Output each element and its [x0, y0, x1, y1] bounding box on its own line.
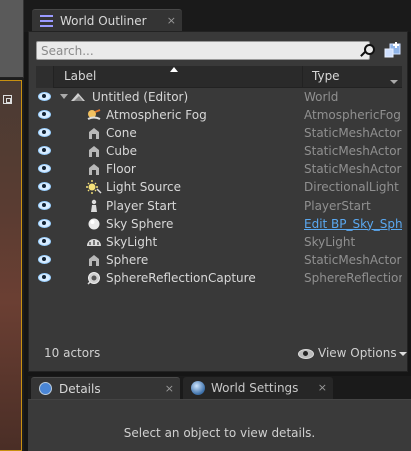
level-viewport-edge[interactable] — [0, 0, 24, 451]
world-settings-icon — [191, 381, 205, 395]
add-actor-icon[interactable] — [384, 42, 402, 59]
actor-type: StaticMeshActor — [304, 126, 402, 141]
tab-world-settings-label: World Settings — [211, 381, 299, 395]
tab-world-outliner-label: World Outliner — [60, 14, 147, 28]
visibility-eye-icon[interactable] — [38, 146, 51, 156]
outliner-row[interactable]: Atmospheric Fog AtmosphericFog — [36, 106, 402, 124]
actor-label: Cube — [106, 144, 137, 159]
viewport-maximize-icon[interactable] — [3, 95, 12, 104]
visibility-eye-icon[interactable] — [38, 128, 51, 138]
static-mesh-icon — [86, 162, 102, 176]
actor-label: SkyLight — [106, 234, 158, 249]
outliner-row[interactable]: Sky Sphere Edit BP_Sky_Sphe — [36, 215, 402, 233]
skylight-icon — [86, 235, 102, 249]
view-options-button[interactable]: View Options — [298, 346, 407, 360]
world-icon — [70, 90, 86, 104]
outliner-row[interactable]: SkyLight SkyLight — [36, 233, 402, 251]
actor-label: Sky Sphere — [106, 216, 174, 231]
actor-label: Cone — [106, 126, 137, 141]
details-tab-bar: Details × World Settings × — [28, 376, 411, 400]
details-info-icon — [39, 382, 52, 395]
outliner-list-icon — [40, 15, 53, 27]
visibility-eye-icon[interactable] — [38, 272, 51, 282]
actor-type: StaticMeshActor — [304, 252, 402, 267]
outliner-row[interactable]: Player Start PlayerStart — [36, 197, 402, 215]
actor-type: SphereReflectionC — [304, 270, 402, 285]
outliner-tab-bar: World Outliner × — [24, 0, 411, 32]
details-panel: Select an object to view details. — [28, 399, 411, 451]
actor-list: Untitled (Editor) World Atmospheric Fog Atm… — [36, 88, 402, 287]
visibility-eye-icon[interactable] — [38, 218, 51, 228]
expand-arrow-icon[interactable] — [60, 94, 68, 99]
outliner-row[interactable]: Floor StaticMeshActor — [36, 160, 402, 178]
outliner-row[interactable]: SphereReflectionCapture SphereReflectionC — [36, 269, 402, 287]
label-column-text: Label — [64, 69, 97, 83]
actor-label: Sphere — [106, 252, 149, 267]
eye-icon — [298, 348, 314, 359]
outliner-row[interactable]: Sphere StaticMeshActor — [36, 251, 402, 269]
actor-type: StaticMeshActor — [304, 162, 402, 177]
tab-details[interactable]: Details × — [31, 377, 180, 400]
atmospheric-fog-icon — [86, 108, 102, 122]
actor-type: SkyLight — [304, 234, 356, 249]
search-input[interactable] — [37, 42, 369, 59]
chevron-down-icon[interactable] — [390, 80, 398, 84]
view-options-label: View Options — [318, 346, 397, 360]
viewport-scene[interactable] — [0, 80, 22, 451]
visibility-eye-icon[interactable] — [38, 182, 51, 192]
sphere-icon — [86, 217, 102, 231]
actor-label: Untitled (Editor) — [92, 90, 189, 104]
actor-label: Atmospheric Fog — [106, 108, 207, 123]
visibility-eye-icon[interactable] — [38, 236, 51, 246]
actor-label: SphereReflectionCapture — [106, 270, 256, 285]
sort-ascending-icon — [170, 67, 178, 72]
actor-type: DirectionalLight — [304, 180, 399, 195]
visibility-eye-icon[interactable] — [38, 254, 51, 264]
actor-count: 10 actors — [44, 346, 101, 360]
actor-label: Light Source — [106, 180, 181, 195]
visibility-column-header[interactable] — [36, 66, 54, 88]
actor-type: StaticMeshActor — [304, 144, 402, 159]
outliner-header: Label Type — [36, 66, 402, 88]
close-icon[interactable]: × — [167, 10, 176, 32]
tab-world-outliner[interactable]: World Outliner × — [32, 9, 182, 32]
outliner-row[interactable]: Cube StaticMeshActor — [36, 142, 402, 160]
visibility-eye-icon[interactable] — [38, 110, 51, 120]
outliner-row[interactable]: Cone StaticMeshActor — [36, 124, 402, 142]
details-empty-message: Select an object to view details. — [123, 426, 316, 440]
close-icon[interactable]: × — [318, 377, 327, 399]
static-mesh-icon — [86, 144, 102, 158]
viewport-toolbar-area — [0, 0, 24, 78]
visibility-eye-icon[interactable] — [38, 164, 51, 174]
actor-label: Player Start — [106, 198, 177, 213]
static-mesh-icon — [86, 126, 102, 140]
search-box[interactable] — [36, 41, 370, 60]
search-icon[interactable] — [360, 44, 375, 59]
actor-label: Floor — [106, 162, 136, 177]
outliner-row[interactable]: Light Source DirectionalLight — [36, 178, 402, 196]
directional-light-icon — [86, 180, 102, 195]
outliner-row[interactable]: Untitled (Editor) World — [36, 88, 402, 106]
chevron-down-icon — [398, 351, 407, 356]
label-column-header[interactable]: Label — [56, 66, 303, 88]
world-outliner-panel: Label Type Untitled (Editor) World Atmosph… — [28, 31, 408, 372]
type-column-text: Type — [312, 69, 340, 83]
player-start-icon — [86, 199, 102, 213]
static-mesh-icon — [86, 253, 102, 267]
tab-details-label: Details — [59, 382, 101, 396]
close-icon[interactable]: × — [165, 378, 174, 400]
reflection-capture-icon — [86, 271, 102, 285]
visibility-eye-icon[interactable] — [38, 200, 51, 210]
type-column-header[interactable]: Type — [307, 66, 402, 88]
visibility-eye-icon[interactable] — [38, 92, 51, 101]
tab-world-settings[interactable]: World Settings × — [183, 377, 333, 400]
actor-type: World — [304, 90, 339, 104]
actor-type: AtmosphericFog — [304, 108, 401, 123]
edit-blueprint-link[interactable]: Edit BP_Sky_Sphe — [304, 215, 402, 233]
actor-type: PlayerStart — [304, 198, 371, 213]
